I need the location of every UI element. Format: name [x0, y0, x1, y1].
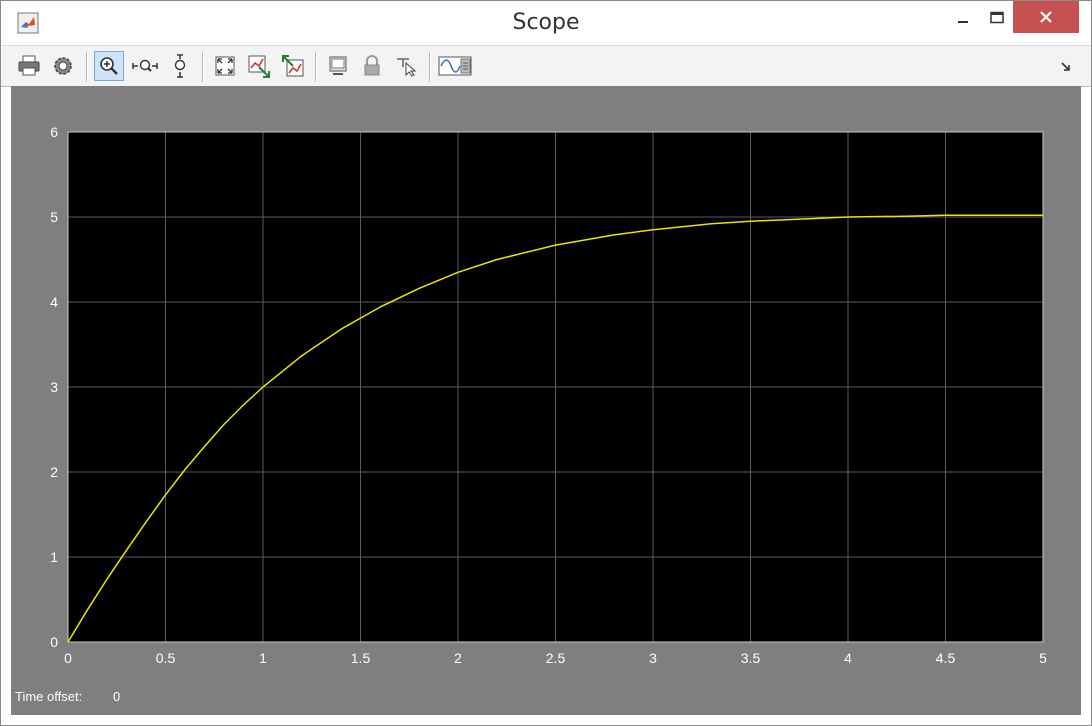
dock-arrow-icon[interactable] — [1059, 60, 1073, 74]
x-tick-label: 4 — [844, 650, 852, 666]
save-axes-button[interactable] — [244, 51, 274, 81]
lock-axes-icon — [364, 55, 380, 76]
autoscale-button[interactable] — [210, 51, 240, 81]
maximize-icon — [990, 11, 1004, 24]
scope-window: Scope 0 0.5 1 1.5 2 2.5 3 3.5 4 4.5 5 0 … — [0, 0, 1092, 726]
zoom-x-button[interactable] — [130, 51, 160, 81]
x-tick-label: 4.5 — [936, 650, 956, 666]
y-tick-label: 4 — [50, 294, 58, 310]
legend-button[interactable] — [437, 51, 473, 81]
signal-selection-button[interactable] — [392, 51, 422, 81]
y-tick-label: 6 — [50, 124, 58, 140]
zoom-y-button[interactable] — [165, 51, 195, 81]
parameters-button[interactable] — [48, 51, 78, 81]
save-axes-settings-icon — [248, 55, 270, 78]
zoom-y-icon — [174, 54, 186, 78]
scope-toolbar — [1, 45, 1091, 87]
toolbar-separator — [429, 52, 431, 82]
y-tick-label: 1 — [50, 549, 58, 565]
x-tick-label: 1 — [259, 650, 267, 666]
time-offset-label: Time offset: — [15, 689, 83, 704]
toolbar-separator — [315, 52, 317, 82]
scope-axes[interactable]: 0 0.5 1 1.5 2 2.5 3 3.5 4 4.5 5 0 1 2 3 4 5 6 — [11, 86, 1081, 686]
toolbar-separator — [86, 52, 88, 82]
print-icon — [18, 55, 40, 76]
y-tick-label: 2 — [50, 464, 58, 480]
minimize-icon — [958, 21, 968, 23]
x-tick-label: 1.5 — [351, 650, 371, 666]
restore-axes-settings-icon — [282, 55, 304, 77]
y-tick-label: 0 — [50, 634, 58, 650]
x-tick-label: 3.5 — [741, 650, 761, 666]
window-title: Scope — [512, 10, 580, 35]
y-tick-label: 3 — [50, 379, 58, 395]
close-icon — [1040, 11, 1052, 23]
x-tick-label: 0 — [64, 650, 72, 666]
restore-axes-button[interactable] — [278, 51, 308, 81]
parameters-gear-icon — [54, 57, 72, 75]
title-bar[interactable]: Scope — [1, 1, 1091, 45]
toolbar-separator — [202, 52, 204, 82]
lock-axes-button[interactable] — [357, 51, 387, 81]
zoom-in-button[interactable] — [94, 51, 124, 81]
floating-scope-button[interactable] — [323, 51, 353, 81]
floating-scope-icon — [329, 56, 347, 75]
x-tick-label: 2.5 — [546, 650, 566, 666]
time-offset-value: 0 — [113, 689, 121, 704]
zoom-x-icon — [132, 59, 158, 72]
close-button[interactable] — [1013, 1, 1079, 33]
x-tick-label: 0.5 — [156, 650, 176, 666]
print-button[interactable] — [14, 51, 44, 81]
x-tick-label: 3 — [649, 650, 657, 666]
x-tick-label: 5 — [1039, 650, 1047, 666]
x-tick-label: 2 — [454, 650, 462, 666]
y-tick-label: 5 — [50, 209, 58, 225]
scope-plot-area: 0 0.5 1 1.5 2 2.5 3 3.5 4 4.5 5 0 1 2 3 4 5 6 Time offset… — [11, 86, 1081, 715]
autoscale-icon — [215, 56, 235, 76]
legend-icon — [438, 56, 472, 76]
zoom-in-icon — [100, 57, 118, 75]
signal-selection-icon — [397, 58, 417, 77]
